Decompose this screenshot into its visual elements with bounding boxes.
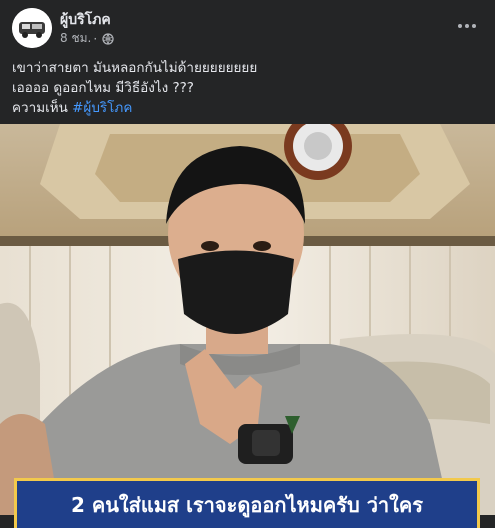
more-horizontal-icon	[458, 24, 476, 28]
page-avatar[interactable]	[12, 8, 52, 48]
meta-separator: ·	[93, 31, 98, 46]
page-name-link[interactable]: ผู้บริโภค	[60, 9, 111, 31]
post-text-line-1: เขาว่าสายตา มันหลอกกันไม่ด้ายยยยยยยย	[12, 60, 258, 76]
more-options-button[interactable]	[453, 14, 481, 38]
globe-icon	[102, 32, 114, 45]
post-message: เขาว่าสายตา มันหลอกกันไม่ด้ายยยยยยยย เออ…	[12, 58, 482, 118]
comment-prefix: ความเห็น	[12, 100, 73, 116]
post-meta: 8 ชม. ·	[60, 29, 114, 48]
post-text-line-3: ความเห็น #ผู้บริโภค	[12, 98, 482, 118]
post-photo[interactable]	[0, 124, 495, 515]
post-text-line-2: เออออ ดูออกไหม มีวิธีอังไง ???	[12, 80, 194, 96]
hashtag-link[interactable]: #ผู้บริโภค	[72, 100, 132, 116]
post-timestamp[interactable]: 8 ชม.	[60, 29, 91, 48]
image-caption-banner: 2 คนใส่แมส เราจะดูออกไหมครับ ว่าใคร	[14, 478, 480, 528]
post-header: ผู้บริโภค 8 ชม. ·	[0, 0, 495, 56]
